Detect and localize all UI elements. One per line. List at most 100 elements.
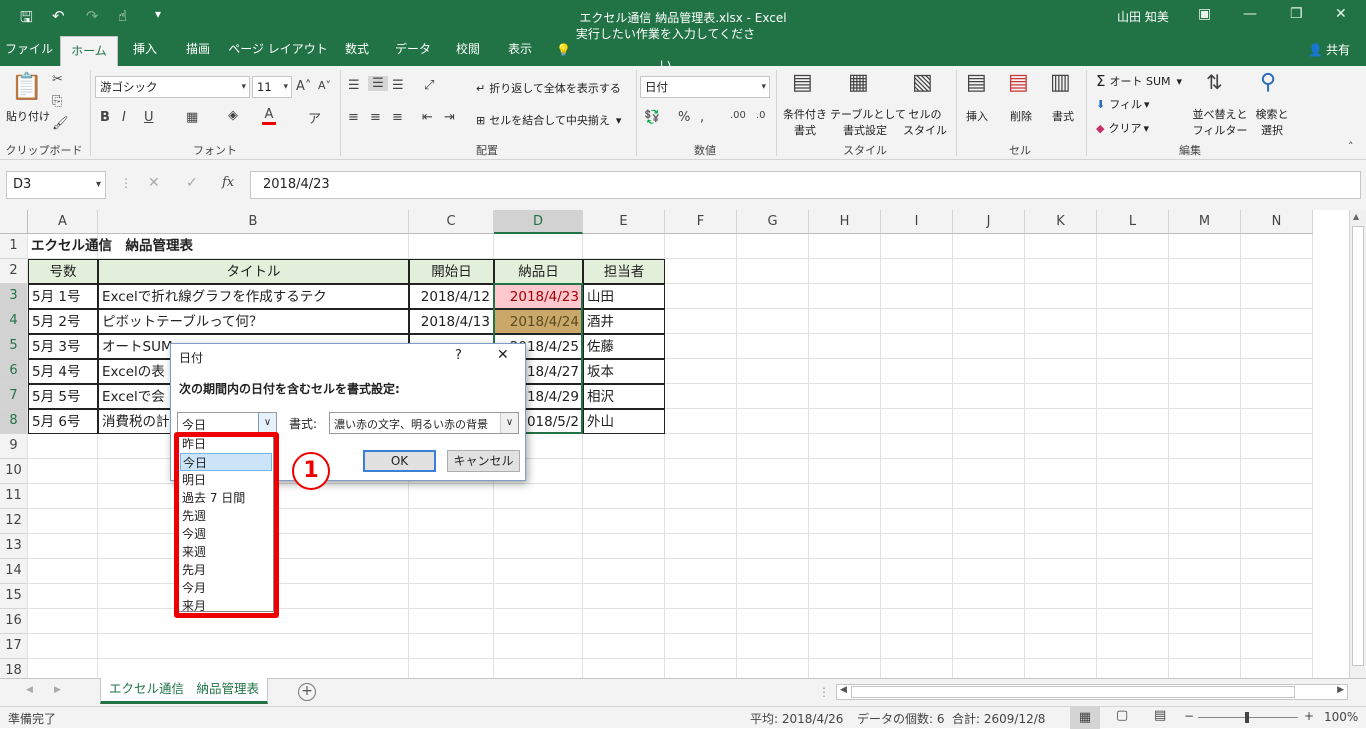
table-cell[interactable]: 5月 4号 <box>28 359 98 384</box>
table-cell[interactable]: 相沢 <box>583 384 665 409</box>
table-cell[interactable]: 5月 6号 <box>28 409 98 434</box>
shrink-font-icon[interactable]: A˅ <box>318 79 331 92</box>
row-header[interactable]: 16 <box>0 609 28 634</box>
column-header[interactable]: A <box>28 210 98 234</box>
sheet-tab-active[interactable]: エクセル通信 納品管理表 <box>100 678 268 704</box>
prev-sheet-icon[interactable]: ◀ <box>26 685 33 695</box>
insert-cells-icon[interactable]: ▤ <box>966 70 987 95</box>
column-header[interactable]: G <box>737 210 809 234</box>
align-top-icon[interactable]: ☰ <box>348 78 360 93</box>
column-header[interactable]: N <box>1241 210 1313 234</box>
font-size-select[interactable]: 11 ▾ <box>252 76 292 98</box>
format-table-icon[interactable]: ▦ <box>848 70 869 95</box>
table-header-cell[interactable]: タイトル <box>98 259 409 284</box>
select-all-corner[interactable] <box>0 210 28 234</box>
split-handle[interactable]: ⋮ <box>818 685 830 699</box>
format-select[interactable]: 濃い赤の文字、明るい赤の背景 ∨ <box>329 412 519 434</box>
horizontal-scrollbar[interactable]: ◀ ▶ <box>836 684 1348 700</box>
sort-filter-button[interactable]: 並べ替えと フィルター <box>1190 106 1250 138</box>
decrease-decimal-icon[interactable]: .0 <box>756 110 766 121</box>
row-header[interactable]: 6 <box>0 359 28 384</box>
row-header[interactable]: 17 <box>0 634 28 659</box>
tab-review[interactable]: 校閲 <box>444 34 492 66</box>
phonetic-icon[interactable]: ア <box>308 108 321 127</box>
align-left-icon[interactable]: ≡ <box>348 110 359 125</box>
sort-filter-icon[interactable]: ⇅ <box>1206 70 1223 94</box>
table-cell[interactable]: 酒井 <box>583 309 665 334</box>
zoom-level[interactable]: 100% <box>1324 710 1358 724</box>
zoom-in-icon[interactable]: + <box>1304 709 1314 723</box>
align-center-icon[interactable]: ≡ <box>370 110 381 125</box>
percent-icon[interactable]: % <box>678 110 690 125</box>
conditional-format-button[interactable]: 条件付き 書式 <box>782 106 828 138</box>
format-cells-icon[interactable]: ▥ <box>1050 70 1071 95</box>
row-header[interactable]: 9 <box>0 434 28 459</box>
clear-button[interactable]: ◆ クリア ▾ <box>1096 120 1149 136</box>
table-cell[interactable]: 坂本 <box>583 359 665 384</box>
column-header[interactable]: I <box>881 210 953 234</box>
vertical-scroll-thumb[interactable] <box>1352 226 1364 666</box>
row-header[interactable]: 5 <box>0 334 28 359</box>
enter-icon[interactable]: ✓ <box>186 175 198 191</box>
fill-color-icon[interactable]: ◈ <box>228 108 238 123</box>
column-header[interactable]: L <box>1097 210 1169 234</box>
grow-font-icon[interactable]: A˄ <box>296 79 311 94</box>
table-cell[interactable]: 5月 3号 <box>28 334 98 359</box>
normal-view-icon[interactable]: ▦ <box>1070 707 1100 729</box>
collapse-ribbon-icon[interactable]: ˄ <box>1348 140 1354 153</box>
cell-styles-button[interactable]: セルの スタイル <box>900 106 950 138</box>
paste-button[interactable]: 貼り付け <box>6 108 50 124</box>
table-cell[interactable]: 2018/4/13 <box>409 309 494 334</box>
cancel-icon[interactable]: ✕ <box>148 175 160 191</box>
table-header-cell[interactable]: 担当者 <box>583 259 665 284</box>
decrease-indent-icon[interactable]: ⇤ <box>422 110 433 125</box>
comma-icon[interactable]: , <box>700 110 704 125</box>
tab-home[interactable]: ホーム <box>60 36 118 66</box>
zoom-out-icon[interactable]: − <box>1184 709 1194 723</box>
table-cell[interactable]: 5月 2号 <box>28 309 98 334</box>
increase-decimal-icon[interactable]: .00 <box>730 110 746 121</box>
dialog-close-button[interactable]: ✕ <box>497 347 509 363</box>
delete-cells-icon[interactable]: ▤ <box>1008 70 1029 95</box>
column-header[interactable]: M <box>1169 210 1241 234</box>
fill-button[interactable]: ⬇ フィル ▾ <box>1096 96 1150 112</box>
row-header[interactable]: 4 <box>0 309 28 334</box>
table-cell[interactable]: Excelで折れ線グラフを作成するテク <box>98 284 409 309</box>
tell-me-box[interactable]: 💡 実行したい作業を入力してください <box>556 27 756 72</box>
insert-function-icon[interactable]: fx <box>222 175 234 190</box>
table-cell[interactable]: 5月 1号 <box>28 284 98 309</box>
align-bottom-icon[interactable]: ☰ <box>392 78 404 93</box>
conditional-format-icon[interactable]: ▤ <box>792 70 813 95</box>
paste-icon[interactable]: 📋 <box>10 72 44 102</box>
tab-insert[interactable]: 挿入 <box>120 34 170 66</box>
orientation-icon[interactable]: ⤢ <box>424 78 434 93</box>
row-header[interactable]: 11 <box>0 484 28 509</box>
column-header[interactable]: B <box>98 210 409 234</box>
italic-icon[interactable]: I <box>122 110 126 125</box>
minimize-icon[interactable]: — <box>1243 6 1257 22</box>
bold-icon[interactable]: B <box>100 110 110 125</box>
wrap-text-button[interactable]: ↵ 折り返して全体を表示する <box>476 80 621 96</box>
underline-icon[interactable]: U <box>144 110 154 125</box>
tab-view[interactable]: 表示 <box>494 34 546 66</box>
user-name[interactable]: 山田 知美 <box>1117 8 1169 25</box>
table-cell[interactable]: 山田 <box>583 284 665 309</box>
table-header-cell[interactable]: 号数 <box>28 259 98 284</box>
column-header[interactable]: K <box>1025 210 1097 234</box>
column-header[interactable]: F <box>665 210 737 234</box>
font-color-icon[interactable]: A <box>262 108 276 125</box>
tab-data[interactable]: データ <box>384 34 442 66</box>
name-box[interactable]: D3 ▾ <box>6 171 106 199</box>
table-cell[interactable]: 2018/4/12 <box>409 284 494 309</box>
cut-icon[interactable]: ✂ <box>52 72 63 87</box>
font-name-select[interactable]: 游ゴシック ▾ <box>95 76 250 98</box>
format-painter-icon[interactable]: 🖌 <box>52 116 69 131</box>
format-as-table-button[interactable]: テーブルとして 書式設定 <box>830 106 906 138</box>
page-break-view-icon[interactable]: ▤ <box>1154 708 1166 723</box>
table-cell[interactable]: 5月 5号 <box>28 384 98 409</box>
add-sheet-icon[interactable]: + <box>298 683 316 701</box>
table-cell[interactable]: 2018/4/24 <box>494 309 583 334</box>
tab-file[interactable]: ファイル <box>0 34 58 66</box>
column-header[interactable]: C <box>409 210 494 234</box>
sheet-title-cell[interactable]: エクセル通信 納品管理表 <box>28 234 409 259</box>
